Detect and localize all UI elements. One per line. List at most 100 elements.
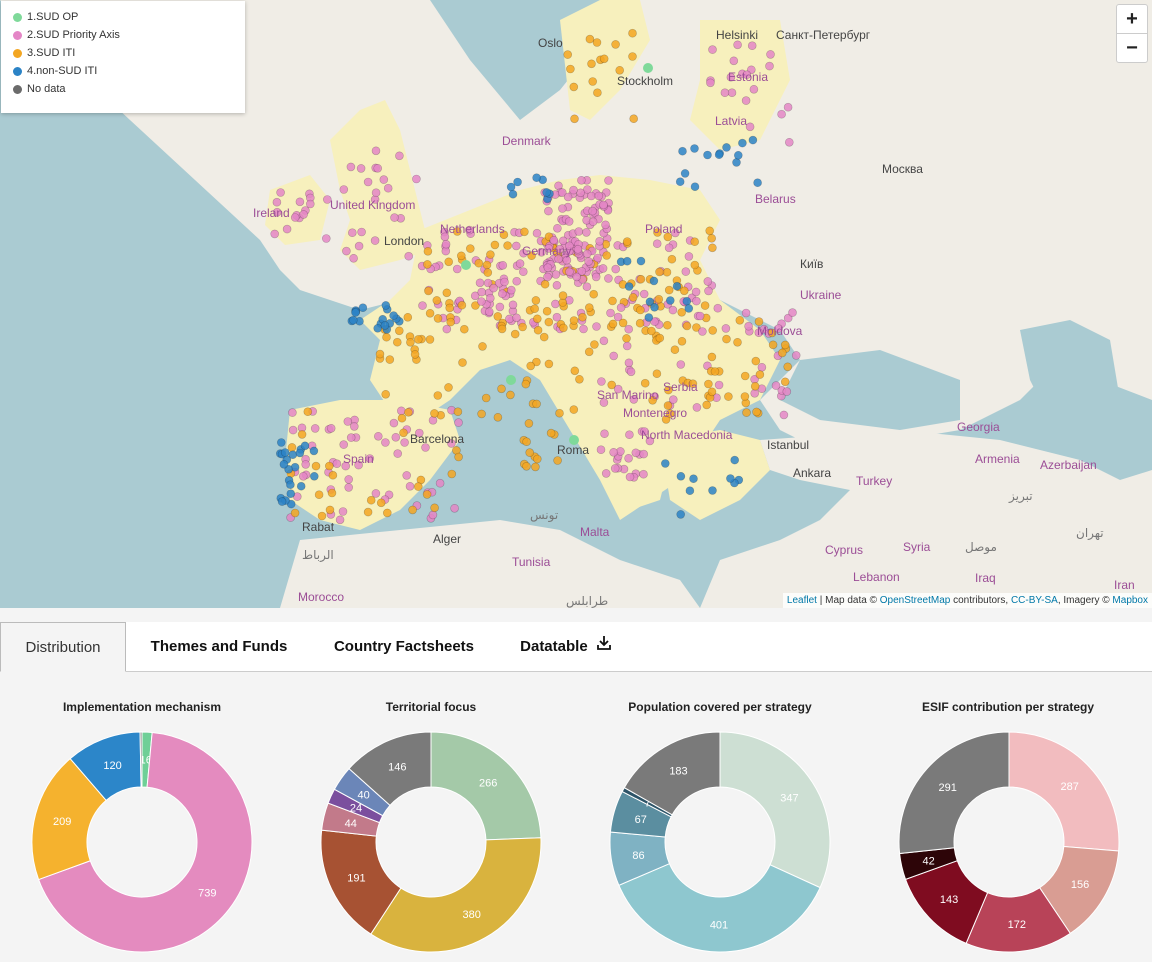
map-marker[interactable] [640, 378, 650, 388]
map-marker[interactable] [296, 481, 306, 491]
map-marker[interactable] [685, 486, 695, 496]
zoom-out-button[interactable]: − [1117, 33, 1147, 62]
map-marker[interactable] [433, 314, 443, 323]
map[interactable]: 1.SUD OP 2.SUD Priority Axis 3.SUD ITI 4… [0, 0, 1152, 608]
map-marker[interactable] [604, 176, 613, 185]
map-marker[interactable] [777, 109, 786, 119]
map-marker[interactable] [726, 474, 735, 483]
map-marker[interactable] [390, 213, 399, 222]
map-marker[interactable] [389, 418, 399, 428]
map-marker[interactable] [272, 197, 282, 207]
map-marker[interactable] [733, 151, 743, 160]
map-marker[interactable] [325, 505, 335, 515]
map-marker[interactable] [363, 177, 373, 187]
map-marker[interactable] [649, 276, 659, 286]
map-marker[interactable] [497, 289, 507, 299]
map-marker[interactable] [722, 334, 731, 344]
map-marker[interactable] [552, 312, 562, 322]
map-marker[interactable] [349, 253, 358, 263]
map-marker[interactable] [742, 408, 751, 417]
map-marker[interactable] [639, 289, 649, 299]
map-marker[interactable] [708, 326, 718, 335]
map-marker[interactable] [584, 347, 594, 357]
map-marker[interactable] [309, 446, 319, 456]
map-marker[interactable] [347, 228, 357, 237]
map-marker[interactable] [574, 227, 584, 236]
map-marker[interactable] [690, 237, 700, 246]
map-marker[interactable] [445, 303, 455, 313]
map-marker[interactable] [584, 303, 594, 312]
map-marker[interactable] [381, 389, 391, 399]
map-marker[interactable] [531, 462, 540, 472]
map-marker[interactable] [766, 50, 775, 59]
map-marker[interactable] [397, 413, 407, 423]
map-marker[interactable] [512, 276, 522, 286]
map-marker[interactable] [290, 508, 300, 518]
map-marker[interactable] [628, 293, 638, 302]
map-marker[interactable] [744, 321, 753, 331]
map-marker[interactable] [498, 260, 508, 270]
map-marker[interactable] [343, 417, 353, 426]
map-marker[interactable] [395, 151, 404, 161]
map-marker[interactable] [720, 88, 730, 97]
map-marker[interactable] [371, 188, 381, 197]
map-marker[interactable] [497, 384, 506, 394]
map-marker[interactable] [768, 340, 778, 350]
map-marker[interactable] [551, 299, 560, 309]
map-marker[interactable] [288, 408, 297, 417]
map-marker[interactable] [442, 288, 452, 298]
map-marker[interactable] [503, 241, 512, 250]
map-marker[interactable] [373, 164, 383, 173]
map-marker[interactable] [310, 424, 320, 433]
map-marker[interactable] [588, 206, 597, 216]
license-link[interactable]: CC-BY-SA [1011, 595, 1058, 606]
map-marker[interactable] [425, 335, 435, 344]
map-marker[interactable] [553, 456, 562, 465]
map-marker[interactable] [402, 471, 412, 480]
map-marker[interactable] [706, 78, 715, 88]
map-marker[interactable] [752, 407, 761, 417]
map-marker[interactable] [389, 311, 398, 320]
map-marker[interactable] [708, 486, 717, 495]
map-marker[interactable] [276, 438, 286, 447]
map-marker[interactable] [558, 204, 567, 213]
map-marker[interactable] [408, 505, 417, 515]
map-marker[interactable] [288, 450, 298, 460]
map-marker[interactable] [495, 302, 505, 312]
map-marker[interactable] [609, 447, 618, 457]
map-marker[interactable] [625, 472, 635, 482]
map-marker[interactable] [647, 326, 656, 336]
map-marker[interactable] [532, 454, 542, 464]
map-marker[interactable] [531, 296, 541, 305]
legend-item[interactable]: No data [13, 80, 245, 98]
map-marker[interactable] [450, 503, 459, 513]
map-marker[interactable] [783, 362, 793, 372]
map-marker[interactable] [782, 387, 792, 396]
map-marker[interactable] [588, 77, 598, 86]
map-marker[interactable] [446, 317, 456, 327]
map-marker[interactable] [749, 85, 759, 94]
map-marker[interactable] [376, 498, 386, 508]
map-marker[interactable] [433, 391, 443, 400]
map-marker[interactable] [599, 54, 609, 64]
map-marker[interactable] [721, 324, 731, 333]
map-marker[interactable] [518, 267, 528, 277]
map-marker[interactable] [513, 177, 522, 187]
map-marker[interactable] [573, 245, 583, 254]
map-marker[interactable] [572, 272, 582, 282]
map-marker[interactable] [385, 355, 395, 364]
map-marker[interactable] [703, 277, 713, 286]
tab-datatable[interactable]: Datatable [506, 622, 626, 672]
map-marker[interactable] [593, 88, 602, 97]
map-marker[interactable] [700, 301, 710, 310]
map-marker[interactable] [676, 471, 686, 481]
map-marker[interactable] [447, 469, 457, 479]
map-marker[interactable] [652, 239, 662, 248]
map-marker[interactable] [702, 400, 712, 410]
map-marker[interactable] [363, 507, 373, 517]
map-marker[interactable] [381, 301, 391, 310]
map-marker[interactable] [542, 188, 551, 197]
map-marker[interactable] [594, 191, 604, 201]
map-marker[interactable] [622, 237, 632, 246]
map-marker[interactable] [454, 452, 463, 462]
